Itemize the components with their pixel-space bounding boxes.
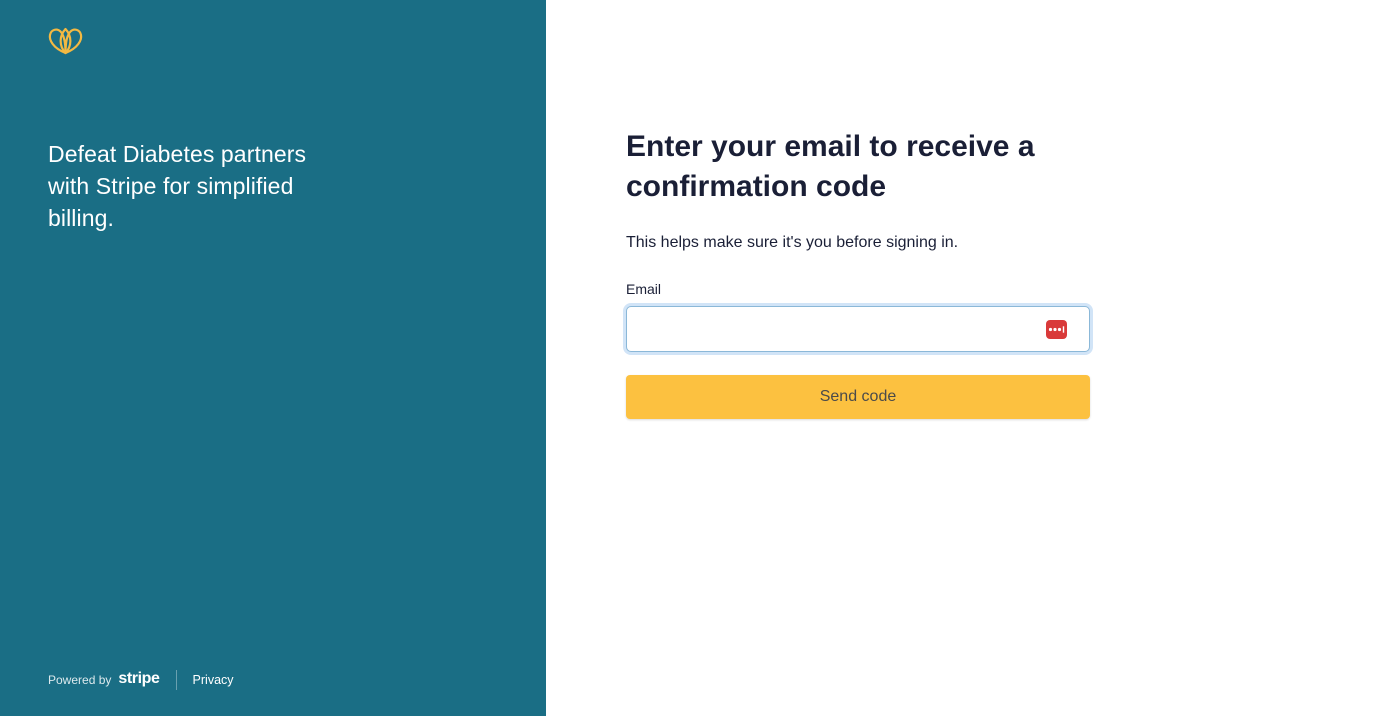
form-subtext: This helps make sure it's you before sig… (626, 234, 959, 251)
page: Defeat Diabetes partners with Stripe for… (0, 0, 1377, 716)
login-form-panel: Enter your email to receive a confirmati… (546, 0, 1377, 716)
page-title: Enter your email to receive a confirmati… (626, 130, 1035, 203)
email-input[interactable] (627, 307, 1051, 351)
email-label: Email (626, 281, 662, 297)
footer-divider (175, 670, 177, 690)
brand-tagline: Defeat Diabetes partners with Stripe for… (48, 141, 307, 231)
powered-by-label: Powered by (48, 673, 112, 687)
footer: Powered by stripe Privacy (48, 669, 234, 691)
brand-logo-icon (47, 26, 84, 56)
email-field-wrapper (626, 306, 1090, 352)
send-code-button[interactable]: Send code (626, 375, 1090, 419)
privacy-link[interactable]: Privacy (193, 673, 234, 687)
brand-panel: Defeat Diabetes partners with Stripe for… (0, 0, 546, 716)
powered-by-stripe[interactable]: Powered by stripe (48, 670, 160, 689)
password-manager-icon[interactable] (1046, 320, 1067, 339)
stripe-logo: stripe (118, 670, 160, 687)
